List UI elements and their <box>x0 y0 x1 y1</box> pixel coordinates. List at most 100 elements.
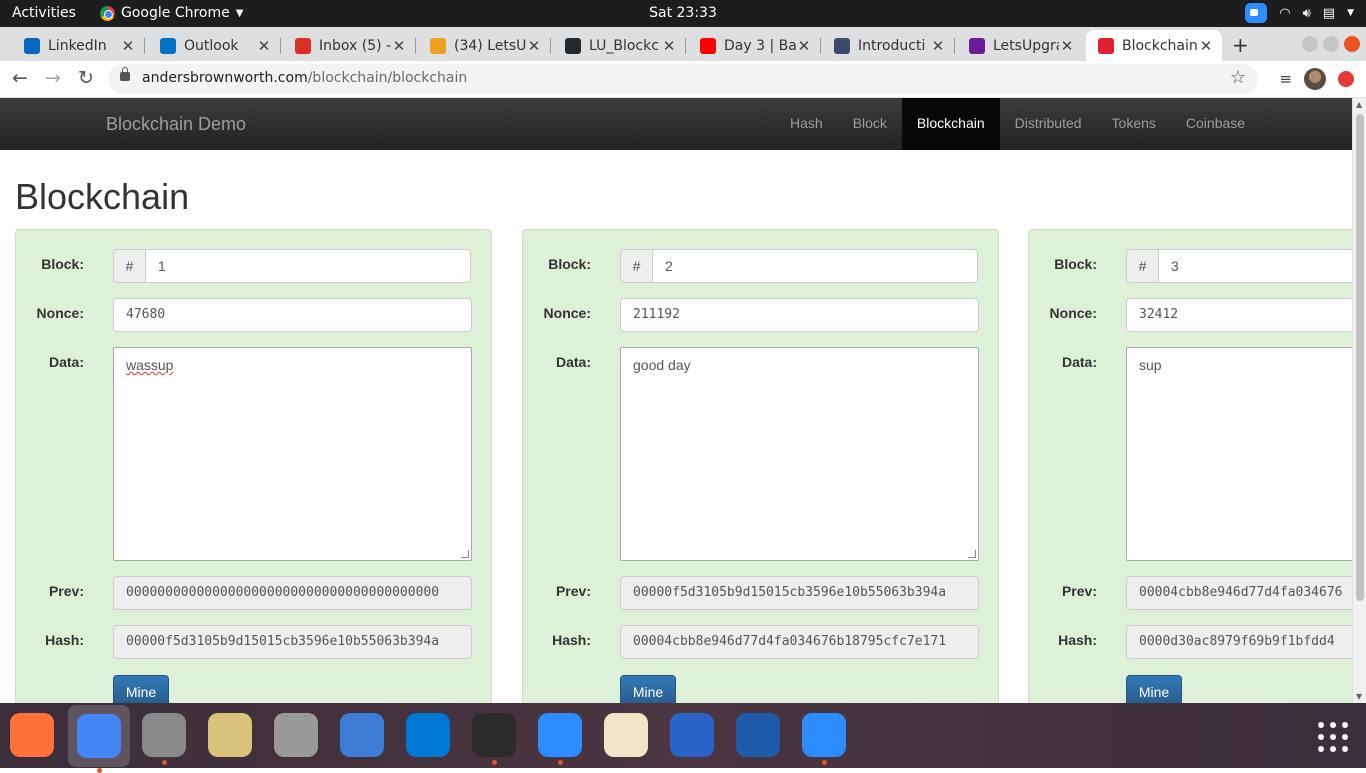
tab-5[interactable]: LU_Blockc ✕ <box>553 30 686 61</box>
block-number-input[interactable]: 1 <box>146 249 471 283</box>
volume-icon[interactable]: 🔊︎ <box>1303 6 1311 21</box>
nonce-label: Nonce: <box>1049 305 1097 321</box>
prev-label: Prev: <box>555 583 591 599</box>
nav-coinbase[interactable]: Coinbase <box>1171 98 1260 150</box>
dock-vscode[interactable] <box>404 711 452 759</box>
forward-arrow-icon[interactable]: → <box>45 67 61 89</box>
chevron-down-icon[interactable]: ▼ <box>1347 8 1354 18</box>
clock[interactable]: Sat 23:33 <box>649 5 717 21</box>
show-applications-icon[interactable] <box>1318 722 1348 752</box>
close-tab-icon[interactable]: ✕ <box>1198 37 1214 55</box>
dock-writer[interactable] <box>734 711 782 759</box>
dock-help[interactable] <box>338 711 386 759</box>
data-textarea[interactable]: sup <box>1126 347 1366 561</box>
close-tab-icon[interactable]: ✕ <box>256 37 272 55</box>
tab-title: Blockchain <box>1122 37 1198 54</box>
reading-list-icon[interactable]: ≡ <box>1279 70 1292 88</box>
back-arrow-icon[interactable]: ← <box>12 67 28 89</box>
minimize-button[interactable] <box>1302 36 1318 52</box>
help-icon <box>340 713 384 757</box>
prev-label: Prev: <box>48 583 84 599</box>
prev-hash-field[interactable]: 00000f5d3105b9d15015cb3596e10b55063b394a <box>620 576 979 610</box>
hash-field[interactable]: 00004cbb8e946d77d4fa034676b18795cfc7e171 <box>620 625 979 659</box>
nav-block[interactable]: Block <box>838 98 902 150</box>
dock-chrome[interactable] <box>68 705 130 773</box>
wifi-icon[interactable]: ◠ <box>1279 6 1290 21</box>
dock-terminal[interactable] <box>470 711 518 765</box>
extension-icon[interactable] <box>1338 71 1354 87</box>
dock-firefox[interactable] <box>8 711 56 759</box>
data-textarea[interactable]: wassup <box>113 347 472 561</box>
scroll-up-icon[interactable]: ▲ <box>1356 100 1362 109</box>
rhythmbox-icon <box>208 713 252 757</box>
address-bar[interactable]: andersbrownworth.com/blockchain/blockcha… <box>108 64 1258 94</box>
page-scrollbar[interactable]: ▲ ▼ <box>1352 98 1366 703</box>
tab-8[interactable]: LetsUpgra ✕ <box>957 30 1083 61</box>
dock-settings[interactable] <box>272 711 320 759</box>
nonce-input[interactable]: 32412 <box>1126 298 1366 332</box>
hash-field[interactable]: 00000f5d3105b9d15015cb3596e10b55063b394a <box>113 625 472 659</box>
tab-2[interactable]: Outlook ✕ <box>148 30 281 61</box>
tab-9[interactable]: Blockchain ✕ <box>1086 30 1222 61</box>
tab-6[interactable]: Day 3 | Bat ✕ <box>688 30 821 61</box>
dock-zoom-2[interactable] <box>800 711 848 765</box>
app-menu[interactable]: Google Chrome ▼ <box>100 5 243 21</box>
nav-tokens[interactable]: Tokens <box>1097 98 1171 150</box>
profile-avatar[interactable] <box>1304 68 1326 90</box>
thunderbird-icon <box>670 713 714 757</box>
zoom-tray-icon[interactable] <box>1245 3 1268 23</box>
url-path: /blockchain/blockchain <box>307 70 468 86</box>
tab-4[interactable]: (34) LetsUp✕ <box>418 30 551 61</box>
prev-hash-field[interactable]: 0000000000000000000000000000000000000000 <box>113 576 472 610</box>
firefox-icon <box>10 713 54 757</box>
tab-title: Inbox (5) - <box>319 37 391 54</box>
close-tab-icon[interactable]: ✕ <box>1059 37 1075 55</box>
scroll-down-icon[interactable]: ▼ <box>1356 692 1362 701</box>
linkedin-icon <box>24 37 40 54</box>
block-number-input[interactable]: 2 <box>653 249 978 283</box>
block-number-input[interactable]: 3 <box>1159 249 1366 283</box>
maximize-button[interactable] <box>1323 36 1339 52</box>
nonce-input[interactable]: 47680 <box>113 298 472 332</box>
reload-icon[interactable]: ↻ <box>78 67 94 89</box>
close-tab-icon[interactable]: ✕ <box>391 37 407 55</box>
dock-zoom[interactable] <box>536 711 584 765</box>
close-tab-icon[interactable]: ✕ <box>796 37 812 55</box>
bookmark-star-icon[interactable]: ☆ <box>1230 67 1246 88</box>
scrollbar-thumb[interactable] <box>1356 114 1364 601</box>
site-brand[interactable]: Blockchain Demo <box>106 114 246 135</box>
close-tab-icon[interactable]: ✕ <box>120 37 136 55</box>
mine-button[interactable]: Mine <box>113 675 169 703</box>
lock-icon[interactable] <box>120 67 130 81</box>
dock-text-editor[interactable] <box>602 711 650 759</box>
tab-1[interactable]: LinkedIn ✕ <box>12 30 145 61</box>
mine-button[interactable]: Mine <box>1126 675 1182 703</box>
nav-distributed[interactable]: Distributed <box>1000 98 1097 150</box>
prev-hash-field[interactable]: 00004cbb8e946d77d4fa034676 <box>1126 576 1366 610</box>
dock-files[interactable] <box>140 711 188 765</box>
close-window-button[interactable] <box>1344 36 1360 52</box>
system-tray[interactable]: ◠ 🔊︎ ▤ ▼ <box>1245 3 1354 23</box>
nonce-input[interactable]: 211192 <box>620 298 979 332</box>
url-text[interactable]: andersbrownworth.com/blockchain/blockcha… <box>142 70 467 86</box>
tab-3[interactable]: Inbox (5) - ✕ <box>283 30 416 61</box>
data-textarea[interactable]: good day <box>620 347 979 561</box>
hash-prefix: # <box>113 249 146 283</box>
new-tab-button[interactable]: + <box>1232 33 1249 57</box>
hash-field[interactable]: 0000d30ac8979f69b9f1bfdd4 <box>1126 625 1366 659</box>
dock-rhythmbox[interactable] <box>206 711 254 759</box>
close-tab-icon[interactable]: ✕ <box>526 37 542 55</box>
data-label: Data: <box>48 354 84 370</box>
mine-button[interactable]: Mine <box>620 675 676 703</box>
clipboard-icon[interactable]: ▤ <box>1323 6 1335 21</box>
resize-grip-icon[interactable] <box>968 550 976 558</box>
nav-hash[interactable]: Hash <box>775 98 838 150</box>
close-tab-icon[interactable]: ✕ <box>930 37 946 55</box>
resize-grip-icon[interactable] <box>461 550 469 558</box>
tab-7[interactable]: Introducti ✕ <box>822 30 955 61</box>
close-tab-icon[interactable]: ✕ <box>661 37 677 55</box>
activities-button[interactable]: Activities <box>12 5 76 21</box>
dock-thunderbird[interactable] <box>668 711 716 759</box>
nav-blockchain[interactable]: Blockchain <box>901 98 1000 150</box>
hash-prefix: # <box>620 249 653 283</box>
